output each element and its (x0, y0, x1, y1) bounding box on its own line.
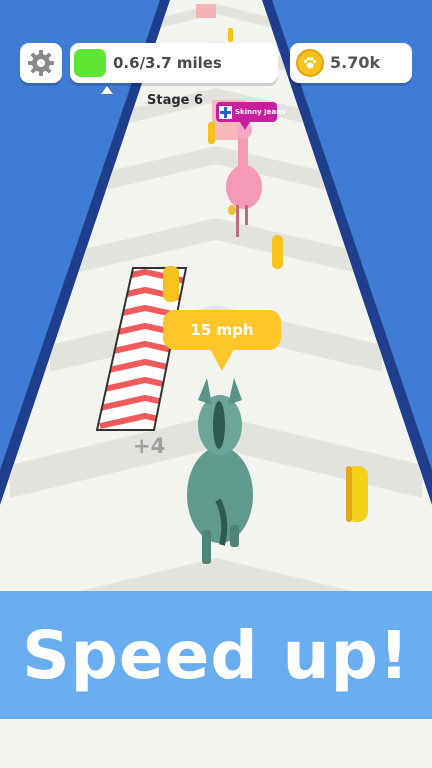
rival-tag-pointer (240, 122, 250, 130)
rival-name-tag: Skinny Jeans (216, 102, 285, 122)
rival-name: Skinny Jeans (235, 108, 286, 116)
coins-amount: 5.70k (330, 53, 381, 72)
banner-text: Speed up! (22, 616, 410, 694)
promo-banner: Speed up! (0, 591, 432, 719)
stage-label: Stage 6 (147, 93, 204, 108)
speed-bubble: 15 mph (163, 310, 281, 350)
distance-progress: 0.6/3.7 miles (70, 43, 278, 83)
speed-text: 15 mph (190, 321, 254, 339)
distance-text: 0.6/3.7 miles (113, 54, 222, 72)
coin (228, 28, 233, 42)
finish-pad (196, 4, 216, 18)
speed-bubble-pointer (210, 349, 234, 371)
coin (163, 266, 179, 302)
coin (272, 235, 283, 269)
settings-button[interactable] (20, 43, 62, 83)
coin-paw-icon (296, 49, 324, 77)
progress-marker-icon (101, 86, 113, 94)
cross-flag-icon (219, 105, 232, 119)
progress-bar-fill (74, 49, 106, 77)
coin (208, 122, 215, 144)
gear-icon (28, 50, 54, 76)
coin-edge (346, 466, 352, 522)
coins-counter[interactable]: 5.70k (290, 43, 412, 83)
bonus-label: +4 (133, 434, 166, 458)
